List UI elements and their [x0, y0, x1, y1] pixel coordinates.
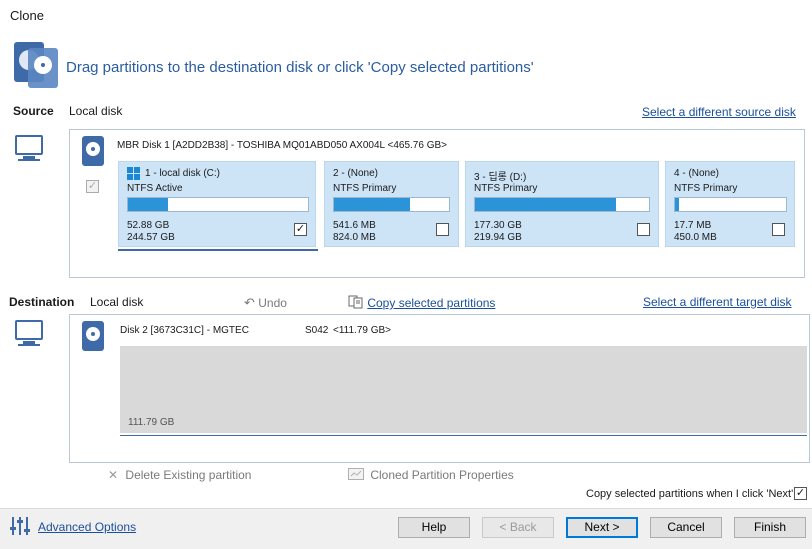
- partition-usage-bar: [474, 197, 650, 212]
- partition-title: 3 - 딥롱 (D:): [474, 172, 527, 183]
- help-button[interactable]: Help: [398, 517, 470, 538]
- partition-fs: NTFS Primary: [474, 183, 538, 194]
- undo-label: Undo: [258, 296, 287, 310]
- usage-fill: [334, 198, 410, 211]
- cloned-partition-properties-button[interactable]: Cloned Partition Properties: [348, 468, 514, 482]
- cancel-button[interactable]: Cancel: [650, 517, 722, 538]
- hard-disk-icon: [82, 136, 104, 166]
- cloned-props-label: Cloned Partition Properties: [370, 468, 514, 482]
- partition-title: 2 - (None): [333, 168, 379, 179]
- source-disk-panel: MBR Disk 1 [A2DD2B38] - TOSHIBA MQ01ABD0…: [69, 129, 805, 278]
- partition-title: 1 - local disk (C:): [145, 168, 221, 179]
- delete-existing-label: Delete Existing partition: [125, 468, 252, 482]
- partition-checkbox-1[interactable]: ✓: [294, 223, 307, 236]
- header-instruction: Drag partitions to the destination disk …: [66, 59, 534, 76]
- destination-underline: [120, 435, 807, 436]
- partition-used: 52.88 GB: [127, 220, 170, 231]
- partition-usage-bar: [333, 197, 450, 212]
- source-disk-type: Local disk: [69, 104, 123, 118]
- undo-icon: ↶: [244, 295, 255, 310]
- undo-button[interactable]: ↶ Undo: [244, 295, 287, 311]
- partition-used: 541.6 MB: [333, 220, 376, 231]
- partition-card-2[interactable]: 2 - (None) NTFS Primary 541.6 MB 824.0 M…: [324, 161, 459, 247]
- partition-total: 244.57 GB: [127, 232, 175, 243]
- selected-partition-underline: [118, 249, 318, 251]
- advanced-options-link[interactable]: Advanced Options: [38, 520, 136, 534]
- window-title: Clone: [10, 8, 44, 23]
- unallocated-size: 111.79 GB: [128, 417, 175, 428]
- source-monitor-icon: [15, 135, 45, 165]
- destination-disk-size: <111.79 GB>: [333, 325, 392, 336]
- partition-used: 17.7 MB: [674, 220, 712, 231]
- usage-fill: [128, 198, 168, 211]
- unallocated-space[interactable]: 111.79 GB: [120, 346, 807, 433]
- select-source-disk-link[interactable]: Select a different source disk: [642, 105, 796, 119]
- source-disk-checkbox: ✓: [86, 180, 99, 193]
- properties-icon: [348, 468, 364, 480]
- next-button[interactable]: Next >: [566, 517, 638, 538]
- partition-checkbox-3[interactable]: [637, 223, 650, 236]
- copy-selected-partitions-button[interactable]: Copy selected partitions: [348, 295, 495, 310]
- partition-used: 177.30 GB: [474, 220, 522, 231]
- destination-label: Destination: [9, 295, 75, 309]
- partition-checkbox-4[interactable]: [772, 223, 785, 236]
- destination-disk-model: S042: [305, 325, 329, 336]
- partition-usage-bar: [127, 197, 309, 212]
- partition-title: 4 - (None): [674, 168, 720, 179]
- clone-disk-icon: [14, 42, 58, 90]
- partition-fs: NTFS Primary: [674, 183, 738, 194]
- partition-total: 450.0 MB: [674, 232, 717, 243]
- source-disk-name: MBR Disk 1 [A2DD2B38] - TOSHIBA MQ01ABD0…: [117, 140, 447, 151]
- partition-fs: NTFS Primary: [333, 183, 397, 194]
- partition-fs: NTFS Active: [127, 183, 183, 194]
- partition-card-4[interactable]: 4 - (None) NTFS Primary 17.7 MB 450.0 MB: [665, 161, 795, 247]
- back-button[interactable]: < Back: [482, 517, 554, 538]
- partition-checkbox-2[interactable]: [436, 223, 449, 236]
- partition-card-3[interactable]: 3 - 딥롱 (D:) NTFS Primary 177.30 GB 219.9…: [465, 161, 659, 247]
- copy-selected-partitions-link[interactable]: Copy selected partitions: [367, 296, 495, 310]
- hard-disk-icon: [82, 321, 104, 351]
- finish-button[interactable]: Finish: [734, 517, 806, 538]
- usage-fill: [475, 198, 616, 211]
- source-label: Source: [13, 104, 54, 118]
- select-target-disk-link[interactable]: Select a different target disk: [643, 295, 792, 309]
- copy-on-next-checkbox[interactable]: ✓: [794, 487, 807, 500]
- destination-disk-panel: Disk 2 [3673C31C] - MGTEC S042 <111.79 G…: [69, 314, 810, 463]
- partition-card-1[interactable]: 1 - local disk (C:) NTFS Active 52.88 GB…: [118, 161, 316, 247]
- partition-total: 824.0 MB: [333, 232, 376, 243]
- delete-existing-partition-button[interactable]: ✕ Delete Existing partition: [108, 468, 251, 482]
- destination-disk-name: Disk 2 [3673C31C] - MGTEC: [120, 325, 249, 336]
- windows-logo-icon: [127, 167, 140, 180]
- destination-monitor-icon: [15, 320, 45, 350]
- copy-on-next-label: Copy selected partitions when I click 'N…: [586, 488, 794, 500]
- partition-total: 219.94 GB: [474, 232, 522, 243]
- destination-disk-type: Local disk: [90, 295, 144, 309]
- copy-icon: [348, 295, 363, 309]
- partition-usage-bar: [674, 197, 787, 212]
- sliders-icon: [10, 517, 30, 535]
- usage-fill: [675, 198, 680, 211]
- delete-x-icon: ✕: [108, 468, 119, 482]
